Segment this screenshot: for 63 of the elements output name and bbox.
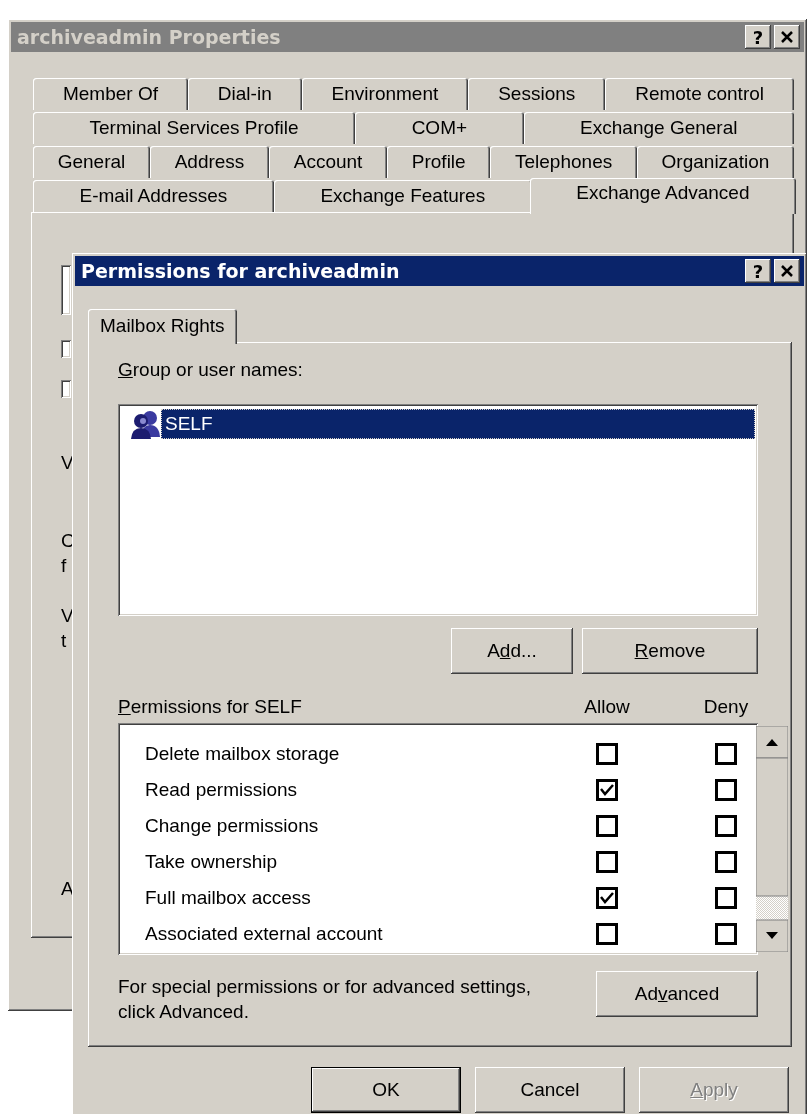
check-icon [600, 784, 614, 796]
deny-checkbox[interactable] [715, 815, 737, 837]
close-button[interactable] [774, 259, 800, 283]
close-button[interactable] [774, 25, 800, 49]
dialog-title: Permissions for archiveadmin [81, 260, 401, 282]
checkbox[interactable] [61, 340, 71, 358]
tab[interactable]: Remote control [605, 78, 794, 110]
deny-checkbox[interactable] [715, 851, 737, 873]
tab[interactable]: General [33, 146, 150, 178]
allow-checkbox[interactable] [596, 743, 618, 765]
tab[interactable]: Organization [636, 146, 794, 178]
scrollbar[interactable] [756, 726, 788, 952]
allow-checkbox[interactable] [596, 815, 618, 837]
check-icon [600, 892, 614, 904]
checkbox[interactable] [61, 380, 71, 398]
tab[interactable]: Exchange Features [273, 180, 532, 212]
deny-checkbox[interactable] [715, 779, 737, 801]
tab[interactable]: Mailbox Rights [88, 309, 237, 344]
permission-name: Associated external account [145, 923, 384, 945]
dialog-button[interactable]: Cancel [475, 1067, 625, 1113]
text-field[interactable] [61, 265, 71, 315]
deny-checkbox[interactable] [715, 923, 737, 945]
help-button[interactable]: ? [745, 259, 771, 283]
close-icon [780, 265, 794, 277]
permission-name: Take ownership [145, 851, 279, 873]
advanced-note: For special permissions or for advanced settings, click Advanced. [118, 975, 532, 1024]
tab[interactable]: Dial-in [187, 78, 302, 110]
dialog-button[interactable]: Add... [451, 628, 573, 674]
advanced-button[interactable]: Advanced [596, 971, 758, 1017]
allow-checkbox[interactable] [596, 851, 618, 873]
tab[interactable]: Address [150, 146, 270, 178]
user-list[interactable]: SELF [118, 404, 758, 616]
deny-checkbox[interactable] [715, 743, 737, 765]
list-item[interactable]: SELF [161, 409, 755, 439]
allow-checkbox[interactable] [596, 887, 618, 909]
tab[interactable]: COM+ [355, 112, 524, 144]
close-icon [780, 31, 794, 43]
column-header: Deny [702, 695, 750, 719]
tab[interactable]: Member Of [33, 78, 188, 110]
dialog-button[interactable]: Remove [582, 628, 758, 674]
users-icon [129, 409, 161, 439]
tab[interactable]: Sessions [468, 78, 606, 110]
tab[interactable]: Exchange Advanced [529, 178, 796, 214]
permission-name: Delete mailbox storage [145, 743, 341, 765]
column-header: Allow [583, 695, 631, 719]
tab[interactable]: Terminal Services Profile [33, 112, 356, 144]
window-title: archiveadmin Properties [17, 26, 282, 48]
allow-checkbox[interactable] [596, 923, 618, 945]
permission-name: Full mailbox access [145, 887, 312, 909]
permissions-label: Permissions for SELF [118, 695, 303, 719]
allow-checkbox[interactable] [596, 779, 618, 801]
tab[interactable]: Profile [387, 146, 491, 178]
tab[interactable]: E-mail Addresses [33, 180, 274, 212]
tab[interactable]: Telephones [490, 146, 637, 178]
permission-name: Change permissions [145, 815, 320, 837]
tab[interactable]: Account [269, 146, 388, 178]
tab[interactable]: Exchange General [523, 112, 794, 144]
tab[interactable]: Environment [301, 78, 469, 110]
help-button[interactable]: ? [745, 25, 771, 49]
group-label: Group or user names: [118, 358, 304, 382]
deny-checkbox[interactable] [715, 887, 737, 909]
dialog-button[interactable]: OK [311, 1067, 461, 1113]
permission-name: Read permissions [145, 779, 299, 801]
